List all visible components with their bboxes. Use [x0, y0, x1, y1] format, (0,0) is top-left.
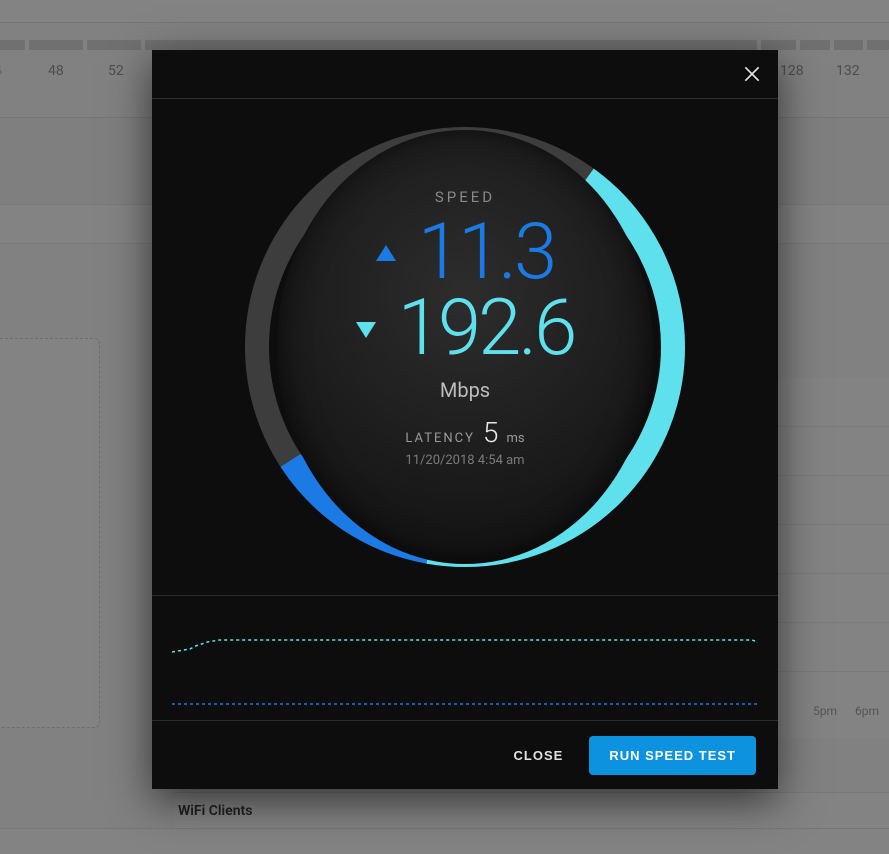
upload-arrow-icon	[376, 245, 396, 261]
close-button[interactable]: CLOSE	[510, 738, 568, 773]
download-row: 192.6	[356, 292, 575, 368]
download-value: 192.6	[398, 290, 575, 368]
upload-row: 11.3	[376, 214, 554, 292]
upload-value: 11.3	[418, 214, 554, 292]
gauge-section: SPEED 11.3 192.6 Mbps LATENCY 5 ms 11/20…	[152, 99, 778, 596]
gauge-face: SPEED 11.3 192.6 Mbps LATENCY 5 ms 11/20…	[277, 130, 653, 564]
modal-header	[152, 50, 778, 99]
latency-row: LATENCY 5 ms	[405, 416, 524, 449]
close-icon[interactable]	[740, 62, 764, 86]
latency-label: LATENCY	[405, 431, 474, 446]
speed-gauge: SPEED 11.3 192.6 Mbps LATENCY 5 ms 11/20…	[245, 127, 685, 567]
speed-unit: Mbps	[440, 378, 490, 402]
download-arrow-icon	[356, 322, 376, 338]
history-sparkline-section	[152, 596, 778, 721]
sparkline-download	[172, 640, 758, 652]
run-speed-test-button[interactable]: RUN SPEED TEST	[589, 736, 756, 775]
latency-value: 5	[483, 416, 499, 449]
test-timestamp: 11/20/2018 4:54 am	[405, 453, 524, 468]
speed-label: SPEED	[435, 188, 495, 206]
speed-test-modal: SPEED 11.3 192.6 Mbps LATENCY 5 ms 11/20…	[152, 50, 778, 789]
history-sparklines	[172, 610, 758, 710]
latency-unit: ms	[506, 431, 524, 446]
modal-actions: CLOSE RUN SPEED TEST	[152, 721, 778, 789]
